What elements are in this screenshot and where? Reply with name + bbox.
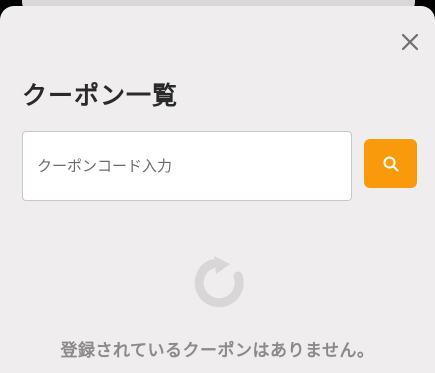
- close-icon: [401, 33, 419, 51]
- empty-message: 登録されているクーポンはありません。: [60, 341, 375, 361]
- empty-coupon-icon: [188, 250, 250, 312]
- coupon-code-input[interactable]: [22, 131, 352, 201]
- search-icon: [383, 156, 398, 171]
- search-button[interactable]: [364, 139, 417, 188]
- coupon-list-modal: クーポン一覧 登録されているクーポンはありません。: [0, 6, 435, 373]
- close-button[interactable]: [398, 30, 422, 54]
- page-title: クーポン一覧: [22, 81, 179, 110]
